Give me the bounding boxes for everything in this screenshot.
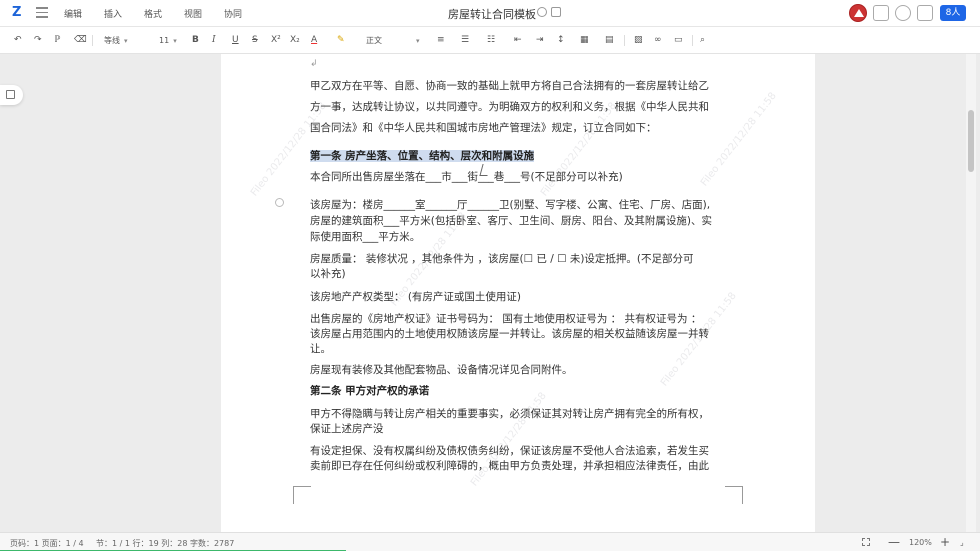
share-link-icon[interactable] xyxy=(917,5,933,21)
doc-line[interactable]: 房屋现有装修及其他配套物品、设备情况详见合同附件。 xyxy=(310,363,573,377)
image-icon[interactable]: ▨ xyxy=(634,35,643,46)
bullet-list-icon[interactable]: ☰ xyxy=(461,35,469,46)
document-title[interactable]: 房屋转让合同模板 xyxy=(448,6,536,22)
toolbar-divider xyxy=(692,35,693,46)
font-size-value: 11 xyxy=(159,36,170,45)
page-corner-mark xyxy=(293,486,311,504)
page-indicator: 页码：1 页面：1 / 4 xyxy=(10,539,84,548)
align-icon[interactable]: ≡ xyxy=(437,35,445,46)
table-icon[interactable]: ▤ xyxy=(605,35,614,46)
scrollbar-thumb[interactable] xyxy=(968,110,974,172)
comment-insert-icon[interactable]: ▭ xyxy=(674,35,683,46)
menu-insert[interactable]: 插入 xyxy=(104,7,122,20)
history-icon[interactable] xyxy=(895,5,911,21)
doc-line[interactable]: 有设定担保、没有权属纠纷及债权债务纠纷，保证该房屋不受他人合法追索，若发生买 xyxy=(310,444,709,458)
format-painter-icon[interactable]: ℙ xyxy=(54,35,60,46)
border-icon[interactable]: ▦ xyxy=(580,35,589,46)
paragraph-handle-icon[interactable] xyxy=(275,198,284,207)
undo-icon[interactable]: ↶ xyxy=(14,35,22,46)
doc-line[interactable]: 该房屋占用范围内的土地使用权随该房屋一并转让。该房屋的相关权益随该房屋一并转 xyxy=(310,327,709,341)
paragraph-style-value: 正文 xyxy=(366,36,382,45)
doc-line[interactable]: 本合同所出售房屋坐落在___市___街___巷___号(不足部分可以补充) xyxy=(310,170,623,184)
doc-line[interactable]: 保证上述房产没 xyxy=(310,422,384,436)
strikethrough-button[interactable]: S xyxy=(252,35,258,46)
comment-icon[interactable] xyxy=(873,5,889,21)
cursor-position: 节：1 / 1 行：19 列：28 字数：2787 xyxy=(96,539,235,548)
app-logo: Z xyxy=(12,5,22,20)
menu-collaborate[interactable]: 协同 xyxy=(224,7,242,20)
formatting-toolbar: ↶ ↷ ℙ ⌫ 等线 ▾ 11 ▾ B I U S X² X₂ A ✎ 正文 ▾ ≡ … xyxy=(0,27,980,54)
status-bar: 页码：1 页面：1 / 4 节：1 / 1 行：19 列：28 字数：2787 … xyxy=(0,532,980,551)
line-spacing-icon[interactable]: ↕ xyxy=(557,35,565,46)
hamburger-menu-icon[interactable] xyxy=(36,7,48,19)
doc-line[interactable]: 甲乙双方在平等、自愿、协商一致的基础上就甲方将自己合法拥有的一套房屋转让给乙 xyxy=(310,79,709,93)
watermark: Fileo 2022/12/28 11:58 xyxy=(698,90,779,189)
doc-heading[interactable]: 第二条 甲方对产权的承诺 xyxy=(310,384,429,398)
resize-icon[interactable]: ⌟ xyxy=(960,538,964,547)
save-icon[interactable] xyxy=(551,7,561,17)
doc-heading[interactable]: 第一条 房产坐落、位置、结构、层次和附属设施 xyxy=(310,149,535,163)
outdent-icon[interactable]: ⇤ xyxy=(514,35,522,46)
menu-edit[interactable]: 编辑 xyxy=(64,7,82,20)
underline-button[interactable]: U xyxy=(232,35,239,46)
italic-button[interactable]: I xyxy=(212,35,216,46)
selected-text[interactable]: 第一条 房产坐落、位置、结构、层次和附属设施 xyxy=(310,150,535,162)
doc-line[interactable]: 该房地产产权类型： (有房产证或国土使用证) xyxy=(310,290,521,304)
watermark: Fileo 2022/12/28 11:58 xyxy=(468,390,549,489)
toolbar-divider xyxy=(624,35,625,46)
page-corner-mark xyxy=(725,486,743,504)
document-page[interactable]: Fileo 2022/12/28 11:58 Fileo 2022/12/28 … xyxy=(221,54,815,532)
doc-line[interactable]: 方一事，达成转让协议，以共同遵守。为明确双方的权利和义务，根据《中华人民共和 xyxy=(310,100,709,114)
doc-line[interactable]: 甲方不得隐瞒与转让房产相关的重要事实，必须保证其对转让房产拥有完全的所有权， xyxy=(310,407,709,421)
doc-line[interactable]: 出售房屋的《房地产权证》证书号码为： 国有土地使用权证号为 ： 共有权证号为 ： xyxy=(310,312,701,326)
font-color-button[interactable]: A xyxy=(311,35,317,46)
toolbar-divider xyxy=(92,35,93,46)
fit-page-icon[interactable] xyxy=(862,538,870,546)
doc-line[interactable]: 房屋质量： 装修状况 ，其他条件为 ，该房屋(☐ 已 / ☐ 未)设定抵押。(不… xyxy=(310,252,694,266)
avatar[interactable] xyxy=(849,4,867,22)
zoom-level[interactable]: 120% xyxy=(909,538,932,547)
bold-button[interactable]: B xyxy=(192,35,199,46)
highlight-color-button[interactable]: ✎ xyxy=(337,35,345,46)
indent-icon[interactable]: ⇥ xyxy=(536,35,544,46)
menu-bar: Z 编辑 插入 格式 视图 协同 房屋转让合同模板 8人 xyxy=(0,0,980,27)
vertical-scrollbar[interactable] xyxy=(966,54,976,532)
paragraph-style-select[interactable]: 正文 ▾ xyxy=(362,34,426,47)
outline-toggle-button[interactable] xyxy=(0,85,23,105)
doc-line[interactable]: 际使用面积___平方米。 xyxy=(310,230,420,244)
doc-line[interactable]: 让。 xyxy=(310,342,331,356)
menu-view[interactable]: 视图 xyxy=(184,7,202,20)
subscript-button[interactable]: X₂ xyxy=(290,35,300,46)
superscript-button[interactable]: X² xyxy=(271,35,281,46)
font-size-select[interactable]: 11 ▾ xyxy=(159,34,177,47)
numbered-list-icon[interactable]: ☷ xyxy=(487,35,495,46)
zoom-in-button[interactable]: + xyxy=(940,535,950,549)
doc-line[interactable]: 国合同法》和《中华人民共和国城市房地产管理法》规定，订立合同如下： xyxy=(310,121,657,135)
clear-format-icon[interactable]: ⌫ xyxy=(74,35,87,46)
doc-line[interactable]: 该房屋为：楼房______室______厅______卫(别墅、写字楼、公寓、住… xyxy=(310,198,710,212)
menu-format[interactable]: 格式 xyxy=(144,7,162,20)
redo-icon[interactable]: ↷ xyxy=(34,35,42,46)
collaborators-button[interactable]: 8人 xyxy=(940,5,966,21)
link-icon[interactable]: ∞ xyxy=(654,35,662,46)
search-icon[interactable]: ⌕ xyxy=(700,35,705,46)
outline-icon xyxy=(6,90,15,99)
font-family-select[interactable]: 等线 ▾ xyxy=(104,34,128,47)
zoom-out-button[interactable]: — xyxy=(888,535,900,549)
font-family-value: 等线 xyxy=(104,36,120,45)
doc-line[interactable]: 房屋的建筑面积___平方米(包括卧室、客厅、卫生间、厨房、阳台、及其附属设施)、… xyxy=(310,214,712,228)
doc-line[interactable]: 以补充) xyxy=(310,267,346,281)
sync-status-icon[interactable] xyxy=(537,7,547,17)
paragraph-mark: ↲ xyxy=(310,59,318,69)
doc-line[interactable]: 卖前即已存在任何纠纷或权利障碍的，概由甲方负责处理，并承担相应法律责任，由此 xyxy=(310,459,709,473)
